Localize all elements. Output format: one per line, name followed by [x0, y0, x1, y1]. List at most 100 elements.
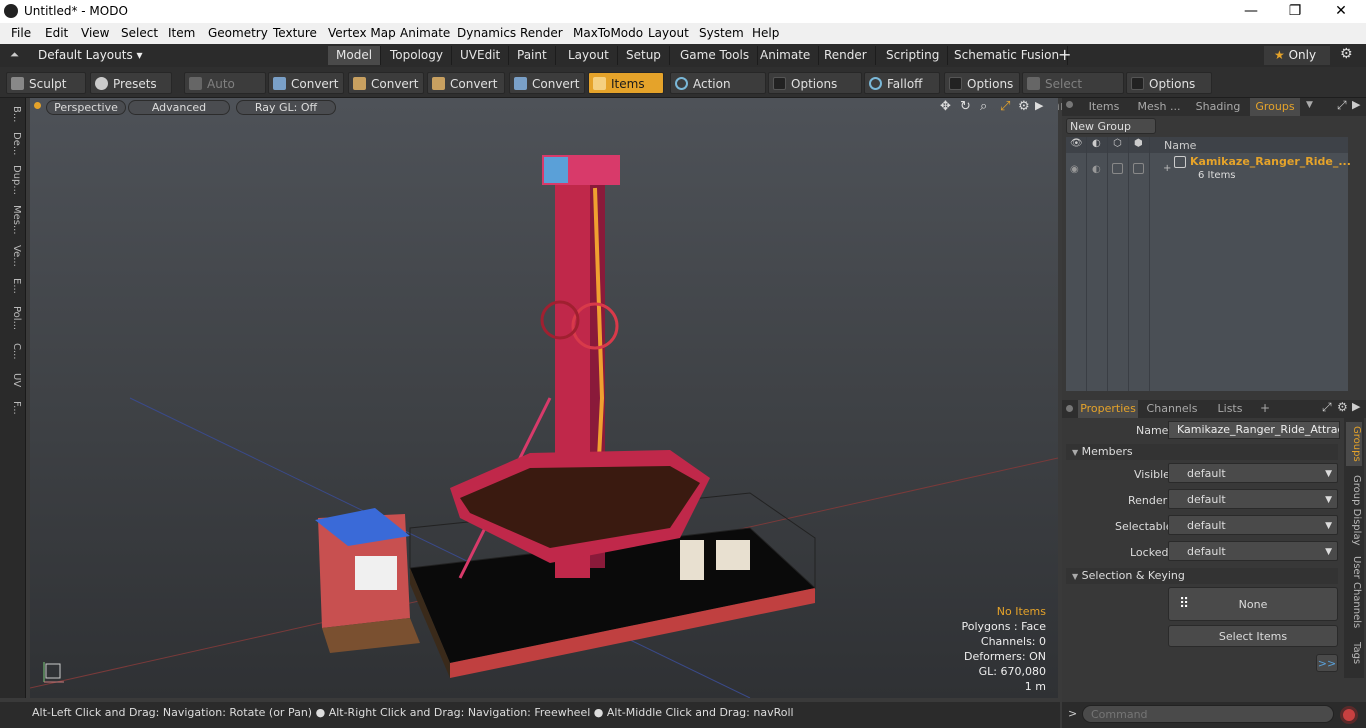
tab-animate[interactable]: Animate	[752, 46, 820, 65]
select-toggle-icon[interactable]	[1133, 163, 1144, 174]
tab-layout[interactable]: Layout	[560, 46, 618, 65]
group-name-input[interactable]: Kamikaze_Ranger_Ride_Attractio	[1168, 421, 1340, 439]
convert-button-1[interactable]: Convert	[268, 72, 344, 94]
left-tab-polygon[interactable]: Pol...	[4, 302, 22, 334]
auto-select-button[interactable]: Auto Select	[184, 72, 266, 113]
add-tab-button[interactable]: +	[1260, 401, 1270, 415]
render-dropdown[interactable]: default ▼	[1168, 489, 1338, 509]
panel-gear-icon[interactable]: ⚙	[1337, 400, 1348, 414]
layout-switch-icon[interactable]: ⏶	[10, 48, 19, 62]
visibility-eye-icon[interactable]: ◉	[1070, 164, 1079, 175]
tab-groups[interactable]: Groups	[1250, 98, 1300, 116]
convert-button-4[interactable]: Convert	[509, 72, 585, 94]
left-tab-deform[interactable]: De...	[4, 130, 22, 158]
presets-button[interactable]: Presets F6	[90, 72, 172, 113]
menu-view[interactable]: View	[81, 26, 109, 40]
vtab-group-display[interactable]: Group Display	[1346, 472, 1362, 548]
restore-button[interactable]: ❐	[1272, 0, 1318, 23]
vtab-tags[interactable]: Tags	[1346, 636, 1362, 670]
none-button[interactable]: ⠿ None	[1168, 587, 1338, 621]
options-button-1[interactable]: Options	[768, 72, 862, 94]
panel-maximize-icon[interactable]: ⤢	[1322, 400, 1332, 415]
selectable-dropdown[interactable]: default ▼	[1168, 515, 1338, 535]
panel-menu-arrow-icon[interactable]: ▶	[1352, 400, 1360, 413]
menu-vertex-map[interactable]: Vertex Map	[328, 26, 396, 40]
menu-geometry[interactable]: Geometry	[208, 26, 268, 40]
right-vertical-tabs: Groups Group Display User Channels Tags	[1344, 418, 1364, 678]
locked-value: default	[1187, 545, 1226, 558]
visible-dropdown[interactable]: default ▼	[1168, 463, 1338, 483]
left-tab-basic[interactable]: B...	[4, 102, 22, 126]
action-center-button[interactable]: Action Center	[670, 72, 766, 113]
options-button-2[interactable]: Options	[944, 72, 1020, 94]
tab-properties[interactable]: Properties	[1078, 400, 1138, 418]
new-group-button[interactable]: New Group	[1066, 118, 1156, 134]
left-tab-curve[interactable]: C...	[4, 338, 22, 364]
left-tab-edge[interactable]: E...	[4, 274, 22, 298]
panel-maximize-icon[interactable]: ⤢	[1337, 98, 1347, 113]
select-through-button[interactable]: Select Through	[1022, 72, 1124, 113]
none-label: None	[1238, 598, 1268, 611]
default-layouts-dropdown[interactable]: Default Layouts ▾	[38, 48, 143, 62]
tab-items[interactable]: Items	[1082, 98, 1126, 116]
left-tab-duplicate[interactable]: Dup...	[4, 162, 22, 198]
locked-dropdown[interactable]: default ▼	[1168, 541, 1338, 561]
left-tab-mesh-edit[interactable]: Mes...	[4, 202, 22, 238]
tab-topology[interactable]: Topology	[382, 46, 452, 65]
record-icon[interactable]	[1340, 706, 1358, 724]
tab-setup[interactable]: Setup	[618, 46, 670, 65]
options-button-3[interactable]: Options	[1126, 72, 1212, 94]
convert-button-2[interactable]: Convert	[348, 72, 424, 94]
menu-animate[interactable]: Animate	[400, 26, 450, 40]
tab-overflow-icon[interactable]: ▼	[1306, 100, 1313, 110]
members-section-header[interactable]: ▼ Members	[1066, 444, 1338, 460]
sculpt-button[interactable]: Sculpt	[6, 72, 86, 94]
modo-logo-icon	[4, 4, 18, 18]
menu-file[interactable]: File	[11, 26, 31, 40]
menu-select[interactable]: Select	[121, 26, 158, 40]
command-input[interactable]	[1082, 705, 1334, 723]
tab-game-tools[interactable]: Game Tools	[672, 46, 759, 65]
minimize-button[interactable]: —	[1228, 0, 1274, 23]
menu-system[interactable]: System	[699, 26, 744, 40]
tab-uvedit[interactable]: UVEdit	[452, 46, 510, 65]
tab-channels[interactable]: Channels	[1144, 400, 1200, 418]
tab-render[interactable]: Render	[816, 46, 876, 65]
menu-edit[interactable]: Edit	[45, 26, 68, 40]
menu-render[interactable]: Render	[520, 26, 563, 40]
gear-icon[interactable]: ⚙	[1340, 46, 1353, 62]
group-row[interactable]: ◉ ◐ + Kamikaze_Ranger_Ride_... 6 Items	[1066, 154, 1351, 184]
left-tab-vertex[interactable]: Ve...	[4, 242, 22, 270]
close-button[interactable]: ✕	[1318, 0, 1364, 23]
lock-toggle-icon[interactable]	[1112, 163, 1123, 174]
tab-schematic-fusion[interactable]: Schematic Fusion	[946, 46, 1069, 65]
tab-paint[interactable]: Paint	[509, 46, 556, 65]
vtab-user-channels[interactable]: User Channels	[1346, 552, 1362, 632]
left-tab-fusion[interactable]: F...	[4, 396, 22, 420]
selection-keying-section-header[interactable]: ▼ Selection & Keying	[1066, 568, 1338, 584]
menu-maxtomodo[interactable]: MaxToModo	[573, 26, 643, 40]
convert-button-3[interactable]: Convert	[427, 72, 505, 94]
tab-model[interactable]: Model	[328, 46, 382, 65]
vtab-groups[interactable]: Groups	[1346, 422, 1362, 466]
only-toggle[interactable]: ★ Only	[1264, 46, 1330, 65]
expand-icon[interactable]: +	[1163, 163, 1171, 174]
render-toggle-icon[interactable]: ◐	[1092, 164, 1101, 175]
menu-dynamics[interactable]: Dynamics	[457, 26, 516, 40]
select-items-button[interactable]: Select Items	[1168, 625, 1338, 647]
menu-item[interactable]: Item	[168, 26, 195, 40]
tab-lists[interactable]: Lists	[1206, 400, 1254, 418]
tab-mesh[interactable]: Mesh ...	[1132, 98, 1186, 116]
menu-texture[interactable]: Texture	[273, 26, 317, 40]
tab-scripting[interactable]: Scripting	[878, 46, 949, 65]
add-layout-button[interactable]: +	[1058, 45, 1071, 64]
menu-layout[interactable]: Layout	[648, 26, 689, 40]
panel-menu-arrow-icon[interactable]: ▶	[1352, 98, 1360, 111]
tab-shading[interactable]: Shading	[1192, 98, 1244, 116]
more-button[interactable]: >>	[1316, 654, 1338, 672]
falloff-button[interactable]: Falloff	[864, 72, 940, 94]
3d-viewport[interactable]: Perspective Advanced Ray GL: Off ✥ ↻ ⌕ ⤢…	[30, 98, 1058, 698]
left-tab-uv[interactable]: UV	[4, 368, 22, 392]
menu-help[interactable]: Help	[752, 26, 779, 40]
items-mode-button[interactable]: Items	[588, 72, 664, 94]
